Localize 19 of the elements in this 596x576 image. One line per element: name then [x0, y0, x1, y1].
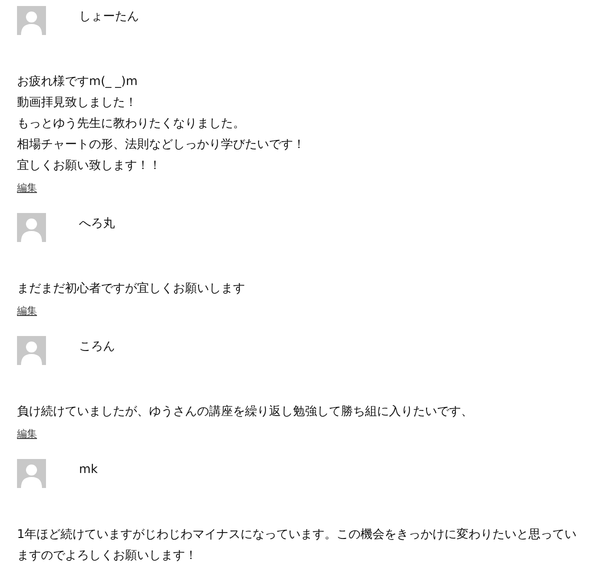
comment-text: 1年ほど続けていますがじわじわマイナスになっています。この機会をきっかけに変わりたいと思っていますのでよろしくお願いします！: [17, 526, 578, 564]
comment-text: 負け続けていましたが、ゆうさんの講座を繰り返し勉強して勝ち組に入りたいです、: [17, 403, 474, 420]
edit-link[interactable]: 編集: [17, 305, 37, 319]
author-name: mk: [79, 462, 98, 476]
comment-text: まだまだ初心者ですが宜しくお願いします: [17, 280, 246, 297]
comment-text: 宜しくお願い致します！！: [17, 157, 162, 174]
avatar-icon: [17, 6, 46, 35]
author-name: へろ丸: [79, 216, 115, 230]
comment-text: 動画拝見致しました！: [17, 94, 138, 111]
comment-text: もっとゆう先生に教わりたくなりました。: [17, 115, 246, 132]
comment-text: 相場チャートの形、法則などしっかり学びたいです！: [17, 136, 306, 153]
author-name: しょーたん: [79, 9, 139, 23]
edit-link[interactable]: 編集: [17, 182, 37, 196]
avatar-icon: [17, 459, 46, 488]
edit-link[interactable]: 編集: [17, 428, 37, 442]
author-name: ころん: [79, 339, 115, 353]
avatar-icon: [17, 213, 46, 242]
avatar-icon: [17, 336, 46, 365]
comment-text: お疲れ様ですm(_ _)m: [17, 73, 139, 90]
